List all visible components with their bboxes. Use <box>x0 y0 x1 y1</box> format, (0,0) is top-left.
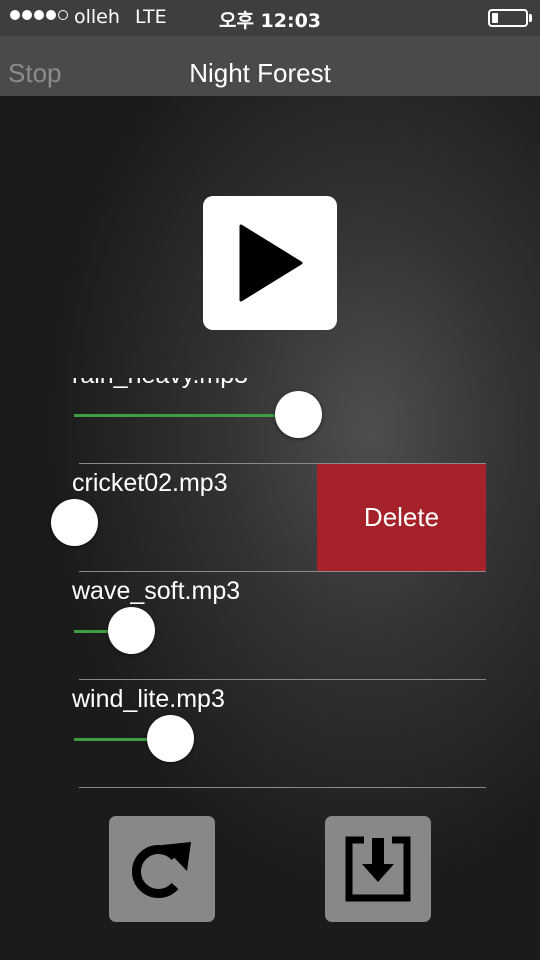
volume-slider[interactable] <box>74 715 320 762</box>
sound-row-content: wind_lite.mp3 <box>0 680 540 788</box>
slider-thumb[interactable] <box>107 607 155 654</box>
sound-row: cricket02.mp3 Delete <box>0 464 540 572</box>
volume-slider[interactable] <box>51 499 320 546</box>
volume-slider[interactable] <box>74 607 320 654</box>
sound-name: wind_lite.mp3 <box>72 685 225 713</box>
battery-level <box>492 13 498 23</box>
volume-slider[interactable] <box>74 391 322 438</box>
sound-row: wave_soft.mp3 <box>0 572 540 680</box>
sound-list[interactable]: rain_heavy.mp3 cricket02.mp3 Delete <box>0 378 540 800</box>
status-bar: olleh LTE 오후 12:03 <box>0 0 540 36</box>
slider-track <box>74 522 320 524</box>
delete-button[interactable]: Delete <box>317 464 486 571</box>
redo-button[interactable] <box>109 816 215 922</box>
slider-thumb[interactable] <box>146 715 194 762</box>
play-button[interactable] <box>203 196 337 330</box>
sound-name: rain_heavy.mp3 <box>72 378 248 390</box>
sound-row: wind_lite.mp3 <box>0 680 540 788</box>
play-icon <box>239 224 303 302</box>
status-time: 오후 12:03 <box>218 10 322 32</box>
nav-bar: Stop Night Forest <box>0 36 540 96</box>
sound-name: wave_soft.mp3 <box>72 577 241 605</box>
app-screen: olleh LTE 오후 12:03 Stop Night Forest rai… <box>0 0 540 960</box>
sound-name: cricket02.mp3 <box>72 469 228 497</box>
sound-row-content: rain_heavy.mp3 <box>0 378 540 464</box>
slider-thumb[interactable] <box>274 391 322 438</box>
row-separator <box>79 787 486 788</box>
battery-nub <box>529 14 532 22</box>
download-button[interactable] <box>325 816 431 922</box>
battery-icon <box>488 9 528 27</box>
download-icon <box>345 836 411 902</box>
slider-thumb[interactable] <box>51 499 98 546</box>
redo-icon <box>131 842 191 898</box>
slider-fill <box>74 414 298 417</box>
sound-row: rain_heavy.mp3 <box>0 378 540 464</box>
page-title: Night Forest <box>189 58 331 88</box>
sound-row-content: wave_soft.mp3 <box>0 572 540 680</box>
